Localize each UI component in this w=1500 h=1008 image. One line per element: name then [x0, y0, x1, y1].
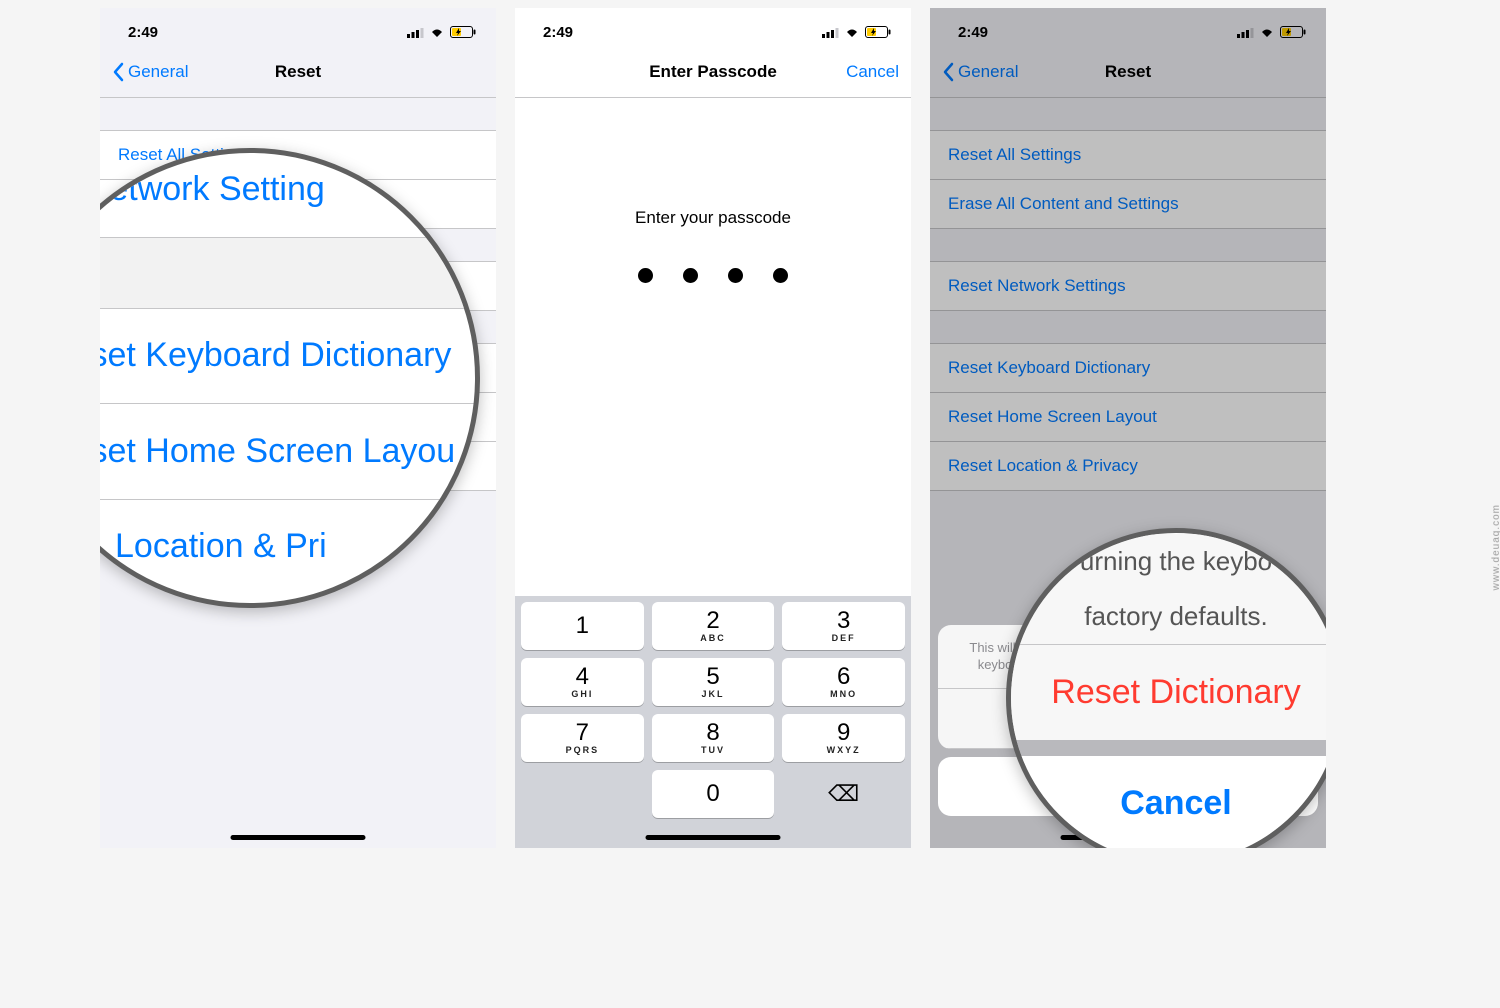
cellular-icon: [822, 27, 839, 38]
status-indicators: [822, 26, 891, 38]
status-time: 2:49: [543, 24, 573, 41]
back-label: General: [958, 62, 1018, 82]
wifi-icon: [429, 26, 445, 38]
key-6[interactable]: 6MNO: [782, 658, 905, 706]
back-button[interactable]: General: [112, 62, 188, 82]
zoom-row-location: Location & Pri: [100, 499, 475, 594]
nav-bar: Enter Passcode Cancel: [515, 46, 911, 98]
key-blank: [521, 770, 644, 818]
wifi-icon: [1259, 26, 1275, 38]
backspace-icon: ⌫: [828, 783, 859, 805]
status-indicators: [1237, 26, 1306, 38]
key-0[interactable]: 0: [652, 770, 775, 818]
numeric-keypad: 1 2ABC 3DEF 4GHI 5JKL 6MNO 7PQRS 8TUV 9W…: [515, 596, 911, 848]
cancel-button[interactable]: Cancel: [846, 62, 899, 82]
passcode-dot: [773, 268, 788, 283]
wifi-icon: [844, 26, 860, 38]
zoom-cancel: Cancel: [1011, 756, 1326, 849]
cellular-icon: [407, 27, 424, 38]
passcode-dot: [683, 268, 698, 283]
back-button[interactable]: General: [942, 62, 1018, 82]
passcode-dot: [728, 268, 743, 283]
home-indicator[interactable]: [646, 835, 781, 840]
status-time: 2:49: [128, 24, 158, 41]
passcode-dot: [638, 268, 653, 283]
key-backspace[interactable]: ⌫: [782, 770, 905, 818]
cell-erase-all[interactable]: Erase All Content and Settings: [930, 180, 1326, 229]
nav-bar: General Reset: [100, 46, 496, 98]
watermark: www.deuaq.com: [1491, 504, 1500, 590]
battery-icon: [865, 26, 891, 38]
key-2[interactable]: 2ABC: [652, 602, 775, 650]
key-9[interactable]: 9WXYZ: [782, 714, 905, 762]
key-5[interactable]: 5JKL: [652, 658, 775, 706]
cell-reset-all-settings[interactable]: Reset All Settings: [930, 130, 1326, 180]
settings-list: Reset All Settings Erase All Content and…: [930, 130, 1326, 491]
home-indicator[interactable]: [231, 835, 366, 840]
passcode-dots: [515, 268, 911, 283]
chevron-left-icon: [942, 62, 954, 82]
screen-enter-passcode: 2:49 Enter Passcode Cancel Enter your pa…: [515, 8, 911, 848]
zoom-reset-dictionary: Reset Dictionary: [1011, 645, 1326, 740]
key-8[interactable]: 8TUV: [652, 714, 775, 762]
status-bar: 2:49: [930, 8, 1326, 46]
cell-reset-location-privacy[interactable]: Reset Location & Privacy: [930, 442, 1326, 491]
screen-reset-settings: 2:49 General Reset Reset All Settings Er…: [100, 8, 496, 848]
cell-reset-keyboard-dictionary[interactable]: Reset Keyboard Dictionary: [930, 343, 1326, 393]
status-time: 2:49: [958, 24, 988, 41]
back-label: General: [128, 62, 188, 82]
screen-reset-with-actionsheet: 2:49 General Reset Reset All Settings Er…: [930, 8, 1326, 848]
magnifier-loupe: et Network Setting Reset Keyboard Dictio…: [100, 148, 480, 608]
nav-bar: General Reset: [930, 46, 1326, 98]
battery-icon: [1280, 26, 1306, 38]
zoom-row-homescreen: Reset Home Screen Layou: [100, 404, 475, 499]
chevron-left-icon: [112, 62, 124, 82]
status-indicators: [407, 26, 476, 38]
zoom-row-keyboard: Reset Keyboard Dictionary: [100, 308, 475, 403]
zoom-row-network: et Network Setting: [100, 148, 475, 237]
key-7[interactable]: 7PQRS: [521, 714, 644, 762]
cellular-icon: [1237, 27, 1254, 38]
cell-reset-network[interactable]: Reset Network Settings: [930, 261, 1326, 311]
battery-icon: [450, 26, 476, 38]
status-bar: 2:49: [100, 8, 496, 46]
zoom-sheet-text-2: factory defaults.: [1011, 589, 1326, 645]
key-4[interactable]: 4GHI: [521, 658, 644, 706]
key-3[interactable]: 3DEF: [782, 602, 905, 650]
magnifier-loupe: urning the keybo factory defaults. Reset…: [1006, 528, 1326, 848]
passcode-prompt: Enter your passcode: [515, 208, 911, 228]
passcode-area: Enter your passcode: [515, 98, 911, 588]
zoom-sheet-text-1: urning the keybo: [1011, 534, 1326, 589]
key-1[interactable]: 1: [521, 602, 644, 650]
status-bar: 2:49: [515, 8, 911, 46]
cell-reset-home-screen[interactable]: Reset Home Screen Layout: [930, 393, 1326, 442]
